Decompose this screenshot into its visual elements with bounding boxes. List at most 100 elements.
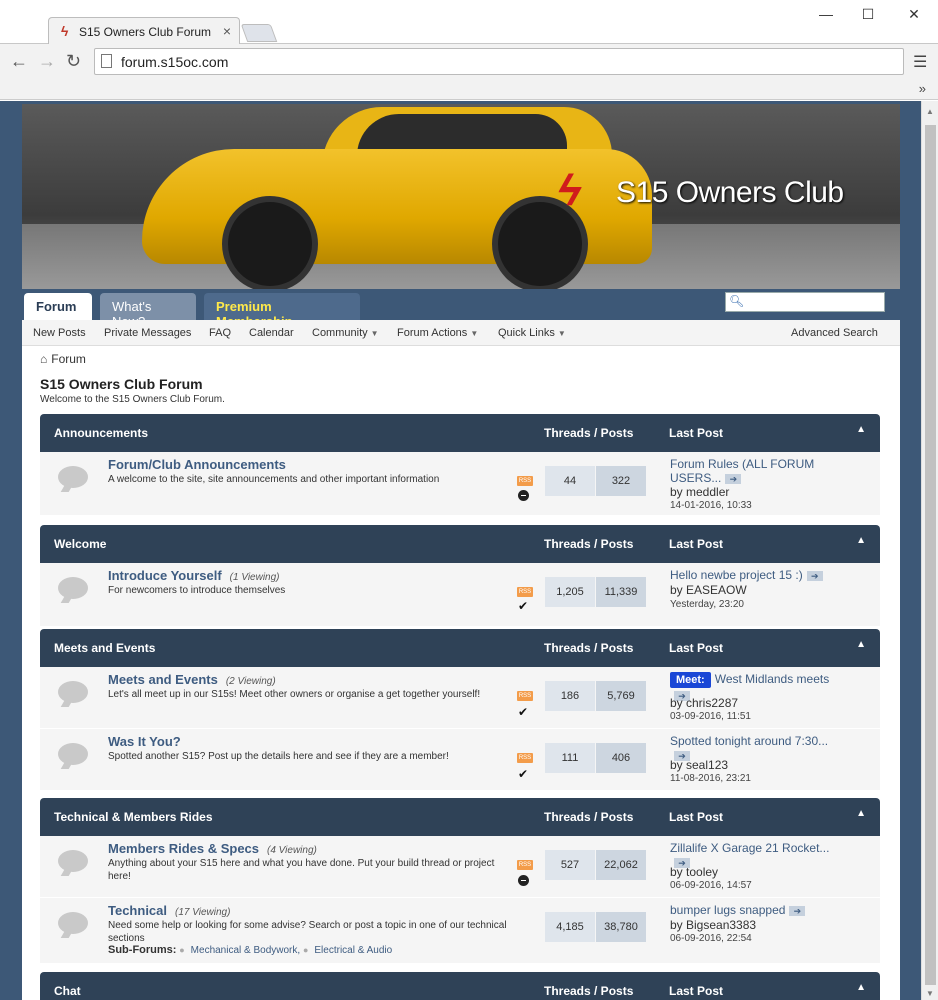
last-post-author[interactable]: by EASEAOW xyxy=(670,583,747,597)
welcome-text: Welcome to the S15 Owners Club Forum. xyxy=(40,394,225,405)
category-header-announcements[interactable]: Announcements Threads / Posts Last Post … xyxy=(40,414,880,452)
rss-icon[interactable]: RSS xyxy=(517,587,533,597)
reload-icon[interactable]: ↻ xyxy=(66,51,81,72)
collapse-icon[interactable]: ▲ xyxy=(856,982,866,993)
forum-name-link[interactable]: Meets and Events (2 Viewing) xyxy=(108,672,276,687)
forum-bubble-icon: ● xyxy=(179,945,185,955)
last-post-date: 14-01-2016, 10:33 xyxy=(670,500,752,511)
forward-icon[interactable]: → xyxy=(38,51,56,72)
page-background: ϟ S15 Owners Club Forum What's New? Prem… xyxy=(0,101,921,1000)
collapse-icon[interactable]: ▲ xyxy=(856,424,866,435)
last-post-date: 06-09-2016, 14:57 xyxy=(670,880,752,891)
forum-name-link[interactable]: Technical (17 Viewing) xyxy=(108,903,230,918)
back-icon[interactable]: ← xyxy=(10,51,28,72)
checkmark-icon: ✔ xyxy=(518,767,529,781)
subnav-advanced-search[interactable]: Advanced Search xyxy=(791,327,878,339)
subnav-faq[interactable]: FAQ xyxy=(209,327,231,339)
maximize-icon[interactable]: ☐ xyxy=(858,6,878,23)
forum-closed-icon xyxy=(518,490,529,501)
tab-forum[interactable]: Forum xyxy=(24,293,92,320)
last-post-author[interactable]: by seal123 xyxy=(670,758,728,772)
meet-prefix-badge: Meet: xyxy=(670,672,711,688)
category-name[interactable]: Meets and Events xyxy=(54,641,155,655)
address-bar[interactable]: forum.s15oc.com xyxy=(94,48,904,75)
threads-posts-header: Threads / Posts xyxy=(544,810,634,824)
forum-row: Members Rides & Specs (4 Viewing) Anythin… xyxy=(40,836,880,898)
collapse-icon[interactable]: ▲ xyxy=(856,639,866,650)
window-close-icon[interactable]: ✕ xyxy=(904,6,924,23)
category-header-meets-and-events[interactable]: Meets and Events Threads / Posts Last Po… xyxy=(40,629,880,667)
site-banner[interactable]: ϟ S15 Owners Club xyxy=(22,104,900,289)
category-name[interactable]: Welcome xyxy=(54,537,106,551)
search-input[interactable]: 🔍︎ xyxy=(725,292,885,312)
forum-status-icon xyxy=(58,743,88,765)
subnav-forum-actions[interactable]: Forum Actions ▼ xyxy=(397,327,478,339)
subnav-quick-links-label: Quick Links xyxy=(498,327,555,339)
post-count: 22,062 xyxy=(596,850,646,880)
scroll-up-icon[interactable]: ▲ xyxy=(926,107,934,116)
forum-name-link[interactable]: Members Rides & Specs (4 Viewing) xyxy=(108,841,317,856)
forum-status-icon xyxy=(58,681,88,703)
last-post-title[interactable]: Hello newbe project 15 :) ➔ xyxy=(670,568,870,582)
subnav-quick-links[interactable]: Quick Links ▼ xyxy=(498,327,566,339)
last-post-title[interactable]: Forum Rules (ALL FORUM USERS... ➔ xyxy=(670,457,835,485)
scroll-down-icon[interactable]: ▼ xyxy=(926,989,934,998)
browser-titlebar: ϟ S15 Owners Club Forum × — ☐ ✕ xyxy=(0,0,938,44)
go-to-post-icon[interactable]: ➔ xyxy=(806,570,823,581)
category-name[interactable]: Chat xyxy=(54,984,81,998)
close-tab-icon[interactable]: × xyxy=(223,23,231,39)
new-tab-button[interactable] xyxy=(240,24,278,42)
subnav-community[interactable]: Community ▼ xyxy=(312,327,379,339)
go-to-post-icon[interactable]: ➔ xyxy=(725,473,742,484)
forum-description: A welcome to the site, site announcement… xyxy=(108,474,440,485)
last-post-title[interactable]: bumper lugs snapped ➔ xyxy=(670,903,870,917)
subnav-forum-actions-label: Forum Actions xyxy=(397,327,468,339)
forum-bubble-icon: ● xyxy=(302,945,309,955)
bookmarks-more-icon[interactable]: » xyxy=(919,81,926,96)
subforum-mechanical-bodywork[interactable]: Mechanical & Bodywork, xyxy=(191,945,301,956)
last-post-date: 03-09-2016, 11:51 xyxy=(670,711,751,722)
last-post-author[interactable]: by Bigsean3383 xyxy=(670,918,756,932)
collapse-icon[interactable]: ▲ xyxy=(856,535,866,546)
subforum-electrical-audio[interactable]: Electrical & Audio xyxy=(314,945,392,956)
home-icon[interactable]: ⌂ xyxy=(40,352,47,366)
category-header-chat[interactable]: Chat Threads / Posts Last Post ▲ xyxy=(40,972,880,1000)
category-name[interactable]: Announcements xyxy=(54,426,148,440)
go-to-post-icon[interactable]: ➔ xyxy=(789,905,806,916)
forum-name-link[interactable]: Forum/Club Announcements xyxy=(108,457,286,472)
chevron-down-icon: ▼ xyxy=(470,329,479,338)
thread-count: 186 xyxy=(545,681,595,711)
forum-name-link[interactable]: Introduce Yourself (1 Viewing) xyxy=(108,568,280,583)
viewing-count: (1 Viewing) xyxy=(229,572,280,583)
last-post-author[interactable]: by meddler xyxy=(670,485,729,499)
subnav-private-messages[interactable]: Private Messages xyxy=(104,327,191,339)
forum-name-link[interactable]: Was It You? xyxy=(108,734,181,749)
forum-row: Technical (17 Viewing) Need some help or … xyxy=(40,898,880,964)
tab-premium-membership[interactable]: Premium Membership xyxy=(204,293,360,329)
browser-menu-icon[interactable]: ☰ xyxy=(913,52,927,72)
forum-status-icon xyxy=(58,577,88,599)
rss-icon[interactable]: RSS xyxy=(517,476,533,486)
last-post-author[interactable]: by chris2287 xyxy=(670,696,738,710)
category-header-welcome[interactable]: Welcome Threads / Posts Last Post ▲ xyxy=(40,525,880,563)
browser-toolbar: ← → ↻ forum.s15oc.com ☰ xyxy=(0,44,938,80)
page-scrollbar[interactable]: ▲ ▼ xyxy=(921,101,938,1000)
url-text[interactable]: forum.s15oc.com xyxy=(121,54,228,70)
scrollbar-thumb[interactable] xyxy=(925,125,936,985)
tab-whats-new[interactable]: What's New? xyxy=(100,293,196,329)
category-header-technical[interactable]: Technical & Members Rides Threads / Post… xyxy=(40,798,880,836)
collapse-icon[interactable]: ▲ xyxy=(856,808,866,819)
last-post-author[interactable]: by tooley xyxy=(670,865,718,879)
breadcrumb-forum[interactable]: Forum xyxy=(51,352,86,366)
category-name[interactable]: Technical & Members Rides xyxy=(54,810,213,824)
rss-icon[interactable]: RSS xyxy=(517,691,533,701)
last-post-title-text: Forum Rules (ALL FORUM USERS... xyxy=(670,457,815,485)
post-count: 38,780 xyxy=(596,912,646,942)
rss-icon[interactable]: RSS xyxy=(517,753,533,763)
minimize-icon[interactable]: — xyxy=(816,6,836,22)
subnav-new-posts[interactable]: New Posts xyxy=(33,327,86,339)
subnav-calendar[interactable]: Calendar xyxy=(249,327,294,339)
rss-icon[interactable]: RSS xyxy=(517,860,533,870)
last-post-title-text: bumper lugs snapped xyxy=(670,903,786,917)
browser-tab[interactable]: ϟ S15 Owners Club Forum × xyxy=(48,17,240,44)
